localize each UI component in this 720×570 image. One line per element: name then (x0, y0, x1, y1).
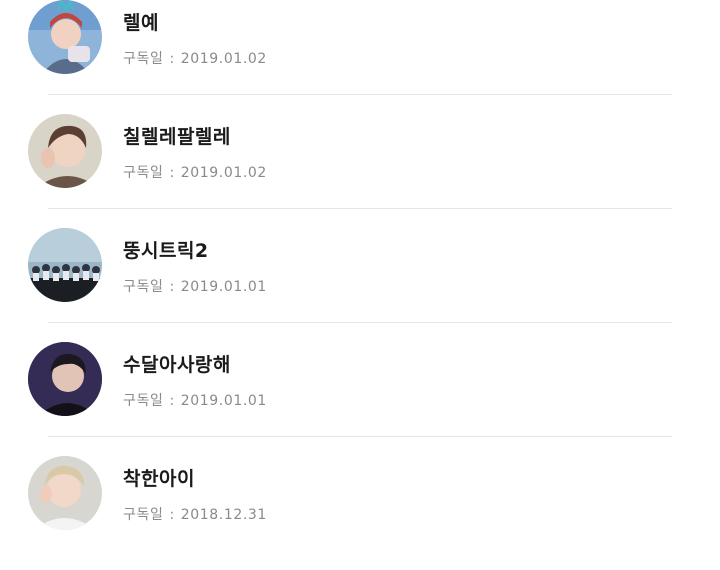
subscribe-date: 구독일:2019.01.02 (123, 162, 267, 182)
subscribe-date: 구독일:2019.01.02 (123, 48, 267, 68)
separator: : (169, 165, 175, 181)
subscribe-date: 구독일:2018.12.31 (123, 504, 267, 524)
separator: : (169, 51, 175, 67)
subscribe-date-label: 구독일 (123, 165, 164, 181)
avatar[interactable] (28, 0, 102, 74)
subscribe-date-value: 2018.12.31 (180, 507, 267, 523)
subscribe-date-label: 구독일 (123, 279, 164, 295)
avatar[interactable] (28, 228, 102, 302)
subscribe-date-label: 구독일 (123, 507, 164, 523)
divider (48, 436, 672, 437)
list-item[interactable]: 수달아사랑해 구독일:2019.01.01 (0, 342, 720, 456)
avatar[interactable] (28, 342, 102, 416)
avatar-photo-icon (28, 456, 102, 530)
divider (48, 208, 672, 209)
subscribe-date-label: 구독일 (123, 393, 164, 409)
subscribe-date-value: 2019.01.01 (180, 279, 267, 295)
subscriber-list: 렐예 구독일:2019.01.02 칠렐레팔렐레 구독일:2019.01.02 (0, 0, 720, 540)
list-item[interactable]: 뚱시트릭2 구독일:2019.01.01 (0, 228, 720, 342)
avatar-photo-icon (28, 114, 102, 188)
separator: : (169, 507, 175, 523)
list-item[interactable]: 렐예 구독일:2019.01.02 (0, 0, 720, 114)
separator: : (169, 393, 175, 409)
subscriber-name: 렐예 (123, 12, 159, 34)
avatar-photo-icon (28, 0, 102, 74)
subscribe-date-value: 2019.01.02 (180, 51, 267, 67)
subscriber-name: 칠렐레팔렐레 (123, 126, 231, 148)
subscriber-name: 뚱시트릭2 (123, 240, 209, 262)
divider (48, 322, 672, 323)
subscriber-name: 착한아이 (123, 468, 195, 490)
subscribe-date-value: 2019.01.02 (180, 165, 267, 181)
avatar-photo-icon (28, 228, 102, 302)
list-item[interactable]: 칠렐레팔렐레 구독일:2019.01.02 (0, 114, 720, 228)
subscribe-date: 구독일:2019.01.01 (123, 276, 267, 296)
avatar[interactable] (28, 114, 102, 188)
subscribe-date-label: 구독일 (123, 51, 164, 67)
avatar[interactable] (28, 456, 102, 530)
subscribe-date-value: 2019.01.01 (180, 393, 267, 409)
divider (48, 94, 672, 95)
list-item[interactable]: 착한아이 구독일:2018.12.31 (0, 456, 720, 570)
subscriber-name: 수달아사랑해 (123, 354, 231, 376)
avatar-photo-icon (28, 342, 102, 416)
separator: : (169, 279, 175, 295)
subscribe-date: 구독일:2019.01.01 (123, 390, 267, 410)
